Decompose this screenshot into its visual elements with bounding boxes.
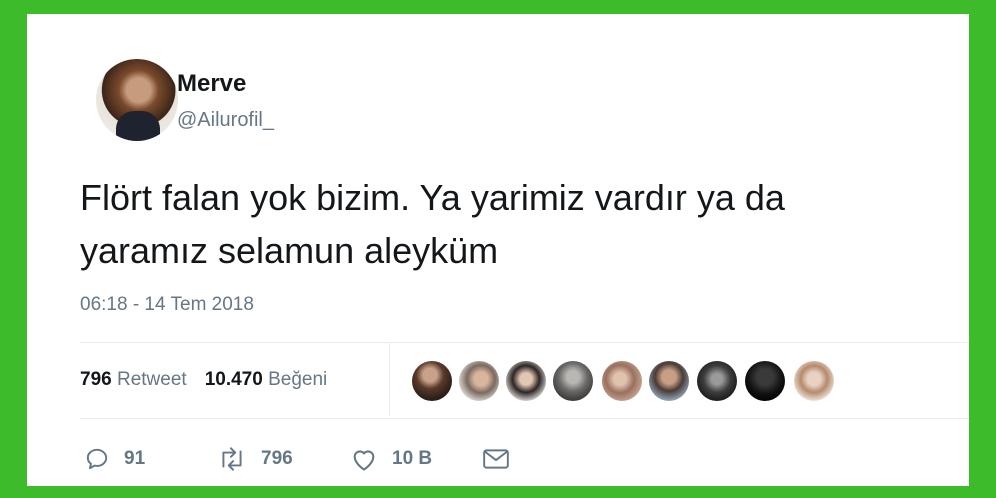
user-handle[interactable]: @Ailurofil_ — [177, 109, 274, 132]
like-icon — [350, 446, 378, 472]
retweet-stat[interactable]: 796 Retweet — [80, 369, 187, 390]
reply-icon — [84, 446, 110, 472]
reply-action[interactable]: 91 — [84, 444, 145, 474]
stats-separator — [389, 343, 390, 416]
liker-avatar-1[interactable] — [412, 361, 452, 401]
divider-bottom — [80, 418, 969, 419]
liker-avatar-9[interactable] — [794, 361, 834, 401]
reply-count: 91 — [124, 448, 146, 469]
divider-top — [80, 342, 969, 343]
like-stat-count: 10.470 — [204, 369, 263, 390]
retweet-stat-label: Retweet — [116, 369, 187, 390]
retweet-action[interactable]: 796 — [217, 444, 293, 474]
tweet-timestamp[interactable]: 06:18 - 14 Tem 2018 — [80, 294, 254, 316]
message-action[interactable] — [482, 444, 510, 474]
like-count: 10 B — [392, 448, 433, 469]
message-icon — [482, 447, 510, 471]
liker-avatar-7[interactable] — [697, 361, 737, 401]
tweet-stats: 796 Retweet 10.470 Beğeni — [80, 369, 327, 391]
retweet-count: 796 — [261, 448, 293, 469]
liker-avatar-6[interactable] — [649, 361, 689, 401]
tweet-text-line-2: yaramız selamun aleyküm — [80, 230, 499, 271]
liker-avatar-5[interactable] — [602, 361, 642, 401]
liker-avatar-4[interactable] — [553, 361, 593, 401]
like-action[interactable]: 10 B — [350, 444, 432, 474]
tweet-card: Merve @Ailurofil_ Flört falan yok bizim.… — [27, 14, 969, 486]
user-display-name[interactable]: Merve — [177, 70, 246, 98]
liker-avatar-2[interactable] — [459, 361, 499, 401]
liker-avatar-8[interactable] — [745, 361, 785, 401]
retweet-icon — [217, 446, 247, 472]
like-stat[interactable]: 10.470 Beğeni — [205, 369, 328, 390]
like-stat-label: Beğeni — [268, 369, 328, 390]
user-avatar[interactable] — [96, 59, 178, 141]
liker-avatar-3[interactable] — [506, 361, 546, 401]
retweet-stat-count: 796 — [80, 369, 112, 390]
tweet-text: Flört falan yok bizim. Ya yarimiz vardır… — [80, 171, 965, 277]
tweet-text-line-1: Flört falan yok bizim. Ya yarimiz vardır… — [80, 177, 785, 218]
avatar-figure — [116, 111, 160, 141]
